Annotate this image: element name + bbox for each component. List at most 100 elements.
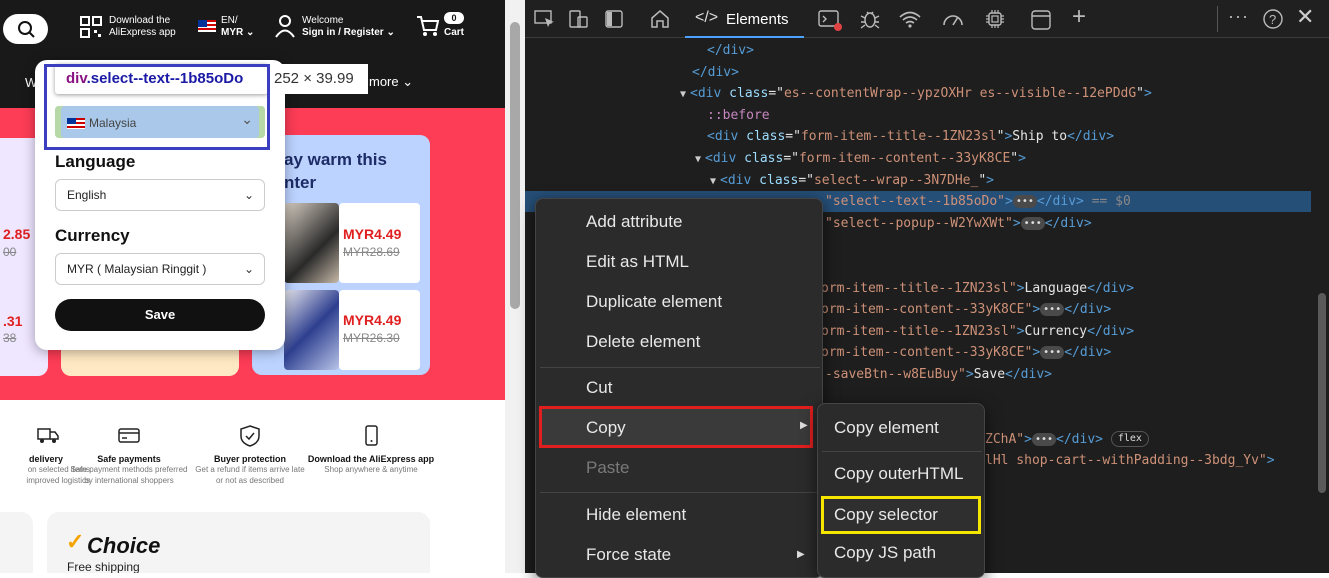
sidebar-toggle-icon[interactable] (604, 9, 624, 29)
context-menu: Add attribute Edit as HTML Duplicate ele… (535, 198, 823, 578)
language-select[interactable]: English ⌄ (55, 179, 265, 211)
code-token: =" (783, 151, 799, 166)
dom-line[interactable]: -saveBtn--w8EuBuy">Save</div> (825, 364, 1052, 385)
search-button[interactable] (3, 14, 48, 44)
close-devtools-icon[interactable]: ✕ (1296, 4, 1314, 30)
tab-elements[interactable]: </> Elements (685, 0, 804, 38)
dom-line[interactable]: orm-item--title--1ZN23sl">Language</div> (821, 278, 1134, 299)
application-panel-icon[interactable] (1030, 9, 1052, 31)
menu-duplicate-element[interactable]: Duplicate element (586, 292, 722, 312)
home-icon[interactable] (649, 8, 671, 30)
code-token: > (986, 172, 994, 188)
expand-triangle-icon[interactable]: ▼ (680, 89, 686, 100)
malaysia-flag-icon (198, 20, 216, 32)
expand-triangle-icon[interactable]: ▼ (695, 154, 701, 165)
currency-select[interactable]: MYR ( Malaysian Ringgit ) ⌄ (55, 253, 265, 285)
choice-card[interactable]: ✓ Choice Free shipping (47, 512, 430, 573)
dom-line[interactable]: ▼ <div class="es--contentWrap--ypzOXHr es… (680, 83, 1152, 104)
menu-add-attribute[interactable]: Add attribute (586, 212, 682, 232)
code-token: class (746, 129, 786, 145)
dom-line[interactable]: orm-item--content--33yK8CE"> ••• </div> (821, 342, 1111, 363)
device-emulation-icon[interactable] (568, 9, 590, 29)
code-token: > (1018, 151, 1026, 166)
dom-line[interactable]: <div class="form-item--title--1ZN23sl">S… (707, 126, 1114, 147)
code-token: > (965, 367, 974, 382)
menu-delete-element[interactable]: Delete element (586, 332, 700, 352)
menu-copy-js-path[interactable]: Copy JS path (834, 543, 936, 563)
code-token: <div (690, 86, 730, 102)
performance-gauge-icon[interactable] (941, 9, 965, 29)
download-app-link[interactable]: Download the AliExpress app (109, 15, 176, 39)
more-options-icon[interactable]: ··· (1228, 6, 1249, 27)
help-icon[interactable]: ? (1262, 8, 1284, 30)
bottom-card-left[interactable] (0, 512, 33, 573)
scrollbar-thumb[interactable] (510, 22, 520, 309)
page-scrollbar[interactable] (505, 0, 525, 573)
account-menu[interactable]: Welcome Sign in / Register ⌄ (302, 15, 395, 39)
code-token: > (1012, 215, 1021, 231)
scrollbar-thumb[interactable] (1318, 293, 1326, 493)
product-image-mat[interactable] (284, 290, 339, 370)
phone-icon (365, 425, 378, 446)
region-selector[interactable]: EN/ MYR ⌄ (221, 15, 254, 39)
signin-link: Sign in / Register (302, 27, 384, 38)
submenu-arrow-icon: ▶ (800, 420, 808, 431)
cart-label[interactable]: Cart (444, 27, 464, 39)
menu-paste[interactable]: Paste (586, 458, 629, 478)
chevron-down-icon: ⌄ (386, 27, 395, 38)
product-card-2[interactable] (339, 290, 420, 370)
cart-icon (417, 16, 440, 36)
menu-copy-element[interactable]: Copy element (834, 418, 939, 438)
dom-line[interactable]: ▼ <div class="select--wrap--3N7DHe_"> (710, 170, 994, 191)
dom-line[interactable]: orm-item--title--1ZN23sl">Currency</div> (821, 321, 1134, 342)
code-token: </div> (1005, 367, 1052, 382)
menu-copy-outerhtml[interactable]: Copy outerHTML (834, 464, 963, 484)
menu-hide-element[interactable]: Hide element (586, 505, 686, 525)
save-button[interactable]: Save (55, 299, 265, 331)
webpage-viewport: Download the AliExpress app EN/ MYR ⌄ We… (0, 0, 525, 573)
menu-cut[interactable]: Cut (586, 378, 612, 398)
dom-line[interactable]: </div> (692, 62, 739, 83)
code-token: ZChA" (985, 431, 1025, 447)
ellipsis-badge: ••• (1040, 346, 1065, 360)
nav-more[interactable]: more ⌄ (369, 74, 413, 90)
feature-desc: Shop anywhere & anytime (324, 465, 418, 474)
dom-line[interactable]: ::before (707, 105, 770, 126)
code-token: </div> (1087, 280, 1135, 296)
menu-copy-row[interactable]: Copy ▶ (539, 406, 813, 448)
network-wifi-icon[interactable] (898, 9, 922, 29)
sources-bug-icon[interactable] (859, 8, 881, 30)
inspect-element-icon[interactable] (534, 9, 556, 29)
code-token: > (1016, 323, 1025, 339)
dom-line[interactable]: lHl shop-cart--withPadding--3bdg_Yv"> (985, 450, 1275, 471)
feature-desc: Get a refund if items arrive late or not… (195, 465, 305, 485)
menu-force-state[interactable]: Force state (586, 545, 671, 565)
product-image-scarf[interactable] (284, 203, 339, 283)
dom-line[interactable]: </div> (707, 40, 754, 61)
dom-line[interactable]: "select--popup--W2YwXWt"> ••• </div> (825, 213, 1092, 234)
dom-tree-scrollbar[interactable] (1315, 38, 1329, 573)
dom-line[interactable]: ▼ <div class="form-item--content--33yK8CE… (695, 148, 1026, 169)
feature-buyer-protection: Buyer protection Get a refund if items a… (185, 425, 315, 486)
expand-triangle-icon[interactable]: ▼ (710, 176, 716, 187)
qr-code-icon (80, 16, 102, 38)
code-token: </div> (1067, 129, 1115, 145)
language-value: English (67, 188, 107, 202)
deal-title: ay warm this nter (284, 150, 387, 192)
code-token: Language (1024, 280, 1088, 296)
menu-copy-selector-row[interactable]: Copy selector (821, 496, 981, 534)
product-card-1[interactable] (339, 203, 420, 283)
dom-line[interactable]: orm-item--content--33yK8CE"> ••• </div> (821, 299, 1111, 320)
add-tab-icon[interactable]: + (1072, 3, 1086, 31)
memory-chip-icon[interactable] (984, 8, 1006, 30)
menu-edit-as-html[interactable]: Edit as HTML (586, 252, 689, 272)
dom-line[interactable]: ZChA"> ••• </div> flex (985, 429, 1149, 450)
dom-line-selected[interactable]: "select--text--1b85oDo"> ••• </div> == $0 (825, 191, 1131, 212)
code-token: == $0 (1083, 194, 1131, 210)
code-token: </div> (707, 43, 754, 58)
console-icon[interactable] (818, 9, 842, 31)
menu-separator (822, 451, 982, 452)
choice-sub: Free shipping (67, 560, 140, 573)
search-icon (18, 21, 35, 38)
shield-check-icon (240, 425, 260, 447)
